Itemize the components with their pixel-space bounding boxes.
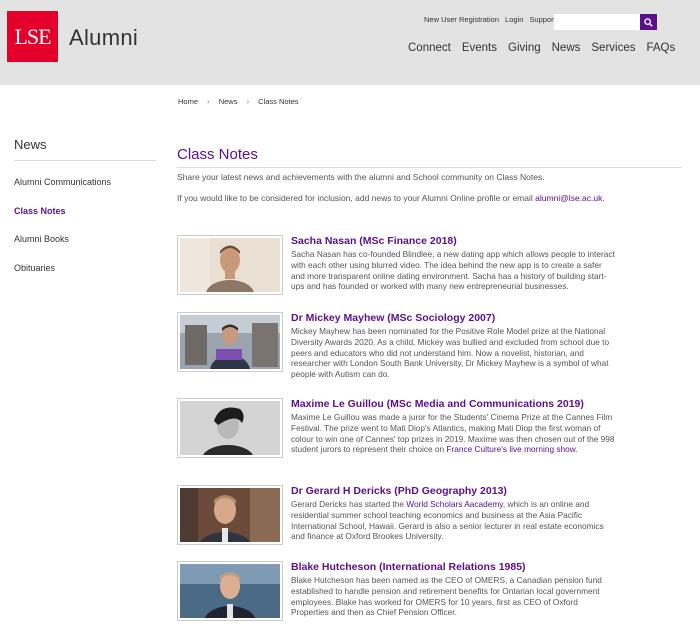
intro-text: Share your latest news and achievements … bbox=[177, 172, 545, 182]
nav-news[interactable]: News bbox=[552, 42, 581, 54]
note-line: ups and has founded or worked with many … bbox=[291, 281, 569, 292]
note-line: Diversity Awards 2020. As a child, Micke… bbox=[291, 336, 610, 347]
note-line: student jurors to represent their choice… bbox=[291, 444, 666, 455]
note-body: Sacha Nasan has co-founded Blindlee, a n… bbox=[291, 249, 666, 292]
note-line: researcher with London South Bank Univer… bbox=[291, 358, 609, 369]
note-line: Mickey Mayhew has been nominated for the… bbox=[291, 326, 606, 336]
note-line: International School, Hawaii. Gerard is … bbox=[291, 520, 604, 531]
breadcrumb: Home › News › Class Notes bbox=[178, 97, 299, 106]
note-line: established to handle pension and retire… bbox=[291, 585, 600, 596]
new-user-registration-link[interactable]: New User Registration bbox=[424, 15, 499, 24]
portrait-image bbox=[180, 488, 280, 542]
class-note: Blake Hutcheson (International Relations… bbox=[177, 561, 687, 625]
page-title: Class Notes bbox=[177, 146, 258, 163]
nav-connect[interactable]: Connect bbox=[408, 42, 451, 54]
breadcrumb-home[interactable]: Home bbox=[178, 97, 198, 106]
note-line: peers and educators who did not understa… bbox=[291, 347, 584, 358]
logo-text[interactable]: Alumni bbox=[69, 25, 138, 51]
nav-events[interactable]: Events bbox=[462, 42, 497, 54]
note-body: Maxime Le Guillou was made a juror for t… bbox=[291, 412, 666, 455]
world-scholars-link[interactable]: World Scholars Aacademy bbox=[406, 499, 503, 509]
alumni-email-link[interactable]: alumni@lse.ac.uk bbox=[535, 193, 602, 203]
note-line: Properties and then as Chief Pension Off… bbox=[291, 607, 457, 618]
intro-contact: If you would like to be considered for i… bbox=[177, 193, 605, 203]
lse-logo[interactable]: LSE bbox=[7, 11, 58, 62]
note-body: Gerard Dericks has started the World Sch… bbox=[291, 499, 666, 542]
note-line-text: student jurors to represent their choice… bbox=[291, 444, 447, 455]
note-photo[interactable] bbox=[177, 312, 283, 372]
sidebar-divider bbox=[14, 160, 156, 161]
note-line: and finance at Oxford Brookes University… bbox=[291, 531, 444, 542]
note-title[interactable]: Dr Mickey Mayhew (MSc Sociology 2007) bbox=[291, 312, 495, 324]
note-line-suffix: , which is an online and bbox=[502, 499, 590, 509]
note-line: Blake Hutcheson has been named as the CE… bbox=[291, 575, 602, 585]
note-line: people with Autism can do. bbox=[291, 369, 390, 380]
sidebar-item-obituaries[interactable]: Obituaries bbox=[14, 263, 55, 273]
note-body: Blake Hutcheson has been named as the CE… bbox=[291, 575, 666, 618]
nav-faqs[interactable]: FAQs bbox=[647, 42, 676, 54]
note-body: Mickey Mayhew has been nominated for the… bbox=[291, 326, 666, 380]
portrait-image bbox=[180, 564, 280, 618]
logo-mark: LSE bbox=[14, 23, 51, 49]
note-title[interactable]: Blake Hutcheson (International Relations… bbox=[291, 561, 526, 573]
note-line: and more transparent online dating envir… bbox=[291, 270, 607, 281]
class-note: Maxime Le Guillou (MSc Media and Communi… bbox=[177, 398, 687, 462]
note-line: residential summer school teaching econo… bbox=[291, 509, 583, 520]
sidebar-item-alumni-communications[interactable]: Alumni Communications bbox=[14, 177, 111, 187]
note-photo[interactable] bbox=[177, 398, 283, 458]
note-title[interactable]: Dr Gerard H Dericks (PhD Geography 2013) bbox=[291, 485, 507, 497]
note-line: Maxime Le Guillou was made a juror for t… bbox=[291, 412, 613, 422]
note-line-suffix: . bbox=[575, 444, 578, 455]
search-button[interactable] bbox=[640, 14, 657, 30]
note-title[interactable]: Maxime Le Guillou (MSc Media and Communi… bbox=[291, 398, 584, 410]
nav-giving[interactable]: Giving bbox=[508, 42, 541, 54]
main-nav: Connect Events Giving News Services FAQs bbox=[408, 42, 675, 54]
nav-services[interactable]: Services bbox=[591, 42, 635, 54]
note-line: colour to win one of Cannes' top prizes … bbox=[291, 433, 615, 444]
class-note: Sacha Nasan (MSc Finance 2018) Sacha Nas… bbox=[177, 235, 687, 299]
note-line: Festival. The prize went to Mati Diop's … bbox=[291, 422, 601, 433]
note-line: Sacha Nasan has co-founded Blindlee, a n… bbox=[291, 249, 615, 259]
sidebar-title: News bbox=[14, 137, 47, 152]
site-header: LSE Alumni New User Registration Login S… bbox=[0, 0, 700, 85]
note-title[interactable]: Sacha Nasan (MSc Finance 2018) bbox=[291, 235, 457, 247]
note-line: employees. Blake has worked for OMERS fo… bbox=[291, 596, 578, 607]
class-note: Dr Mickey Mayhew (MSc Sociology 2007) Mi… bbox=[177, 312, 687, 386]
note-photo[interactable] bbox=[177, 561, 283, 621]
sidebar-item-class-notes[interactable]: Class Notes bbox=[14, 206, 66, 216]
search-icon bbox=[644, 17, 653, 27]
class-note: Dr Gerard H Dericks (PhD Geography 2013)… bbox=[177, 485, 687, 549]
note-line-text: Gerard Dericks has started the bbox=[291, 499, 407, 509]
france-culture-link[interactable]: France Culture's live morning show bbox=[446, 444, 575, 454]
sidebar-item-alumni-books[interactable]: Alumni Books bbox=[14, 234, 69, 244]
note-line: Gerard Dericks has started the World Sch… bbox=[291, 499, 666, 510]
utility-links: New User Registration Login Support bbox=[424, 15, 556, 24]
chevron-right-icon: › bbox=[246, 97, 250, 106]
title-divider bbox=[177, 167, 682, 168]
portrait-image bbox=[180, 238, 280, 292]
intro-contact-text: If you would like to be considered for i… bbox=[177, 193, 536, 203]
portrait-image bbox=[180, 315, 280, 369]
breadcrumb-news[interactable]: News bbox=[219, 97, 238, 106]
login-link[interactable]: Login bbox=[505, 15, 523, 24]
search-input[interactable] bbox=[554, 14, 640, 30]
support-link[interactable]: Support bbox=[529, 15, 555, 24]
portrait-image bbox=[180, 401, 280, 455]
intro-contact-suffix: . bbox=[602, 193, 605, 203]
note-line: with each other using blurred video. The… bbox=[291, 259, 602, 270]
breadcrumb-class-notes: Class Notes bbox=[258, 97, 299, 106]
note-photo[interactable] bbox=[177, 485, 283, 545]
chevron-right-icon: › bbox=[207, 97, 210, 106]
note-photo[interactable] bbox=[177, 235, 283, 295]
